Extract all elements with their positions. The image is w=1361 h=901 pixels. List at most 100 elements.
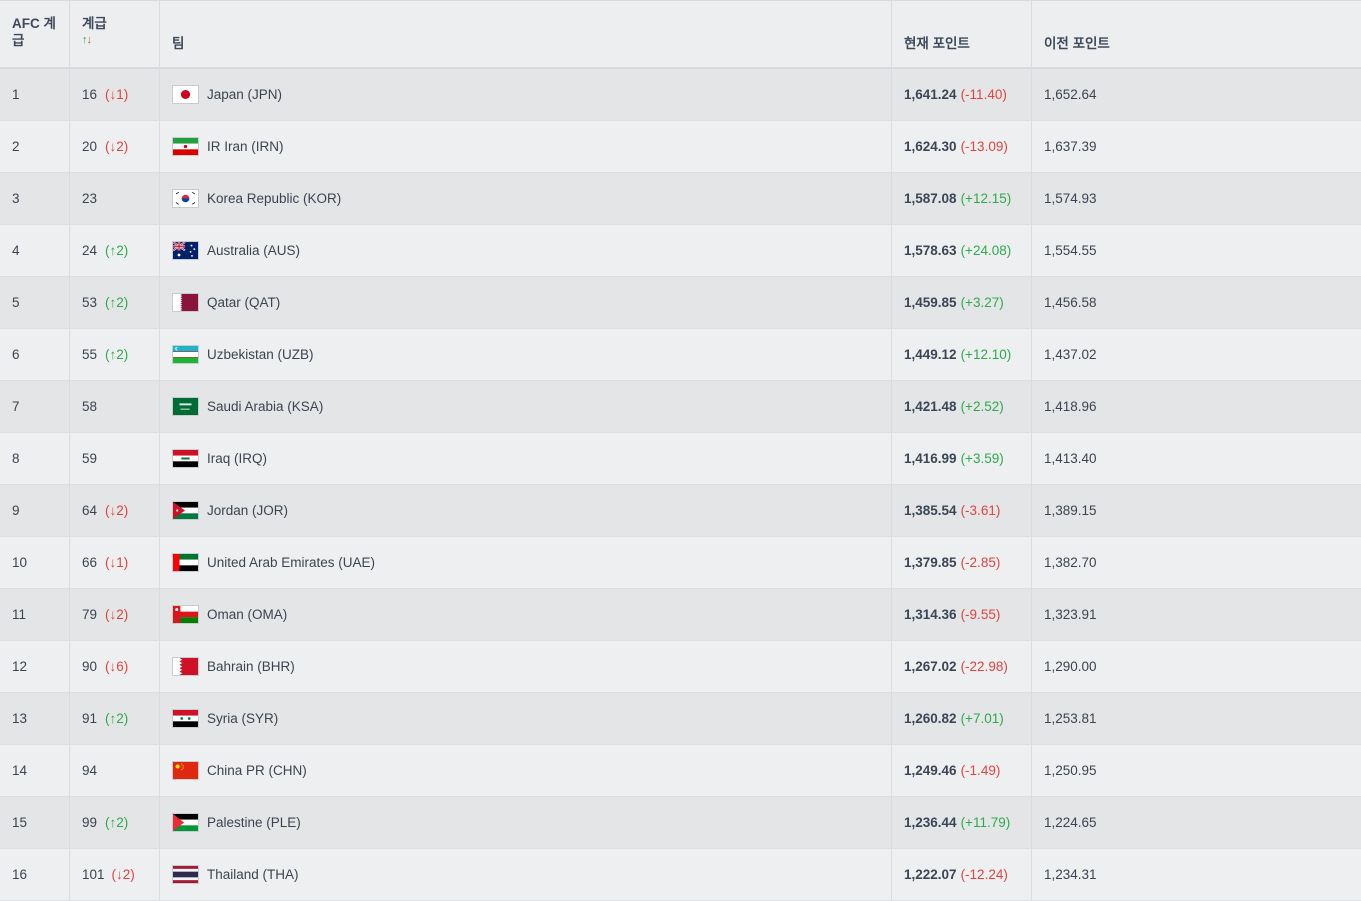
header-current-points[interactable]: 현재 포인트 [892, 1, 1032, 67]
afc-rank: 5 [12, 295, 20, 310]
afc-rank: 13 [12, 711, 28, 726]
world-rank-cell: 58 [70, 381, 160, 432]
points-change: (-9.55) [960, 607, 1001, 622]
points-change: (+3.59) [960, 451, 1004, 466]
afc-rank: 11 [12, 607, 27, 622]
world-rank-cell: 90 (↓6) [70, 641, 160, 692]
world-rank: 59 [82, 451, 98, 466]
world-rank: 16 [82, 87, 98, 102]
previous-points-cell: 1,250.95 [1032, 745, 1361, 796]
world-rank: 55 [82, 347, 98, 362]
current-points: 1,385.54 [904, 503, 957, 518]
world-rank: 91 [82, 711, 98, 726]
world-rank-cell: 59 [70, 433, 160, 484]
current-points: 1,314.36 [904, 607, 957, 622]
team-cell: Uzbekistan (UZB) [160, 329, 892, 380]
current-points-cell: 1,416.99 (+3.59) [892, 433, 1032, 484]
team-cell: Saudi Arabia (KSA) [160, 381, 892, 432]
previous-points-cell: 1,574.93 [1032, 173, 1361, 224]
afc-rank-cell: 12 [0, 641, 70, 692]
team-name[interactable]: Australia (AUS) [207, 243, 300, 258]
team-cell: Iraq (IRQ) [160, 433, 892, 484]
previous-points-cell: 1,290.00 [1032, 641, 1361, 692]
team-cell: Japan (JPN) [160, 69, 892, 120]
team-name[interactable]: Syria (SYR) [207, 711, 278, 726]
aus-flag-icon [172, 241, 199, 260]
chn-flag-icon [172, 761, 199, 780]
world-rank-cell: 66 (↓1) [70, 537, 160, 588]
world-rank: 64 [82, 503, 98, 518]
bhr-flag-icon [172, 657, 199, 676]
previous-points: 1,382.70 [1044, 555, 1097, 570]
points-change: (-11.40) [960, 87, 1007, 102]
team-name[interactable]: Qatar (QAT) [207, 295, 280, 310]
header-team-label: 팀 [172, 36, 185, 51]
team-name[interactable]: IR Iran (IRN) [207, 139, 284, 154]
header-previous-points[interactable]: 이전 포인트 [1032, 1, 1361, 67]
syr-flag-icon [172, 709, 199, 728]
current-points: 1,236.44 [904, 815, 957, 830]
current-points: 1,379.85 [904, 555, 957, 570]
current-points-cell: 1,459.85 (+3.27) [892, 277, 1032, 328]
world-rank: 58 [82, 399, 98, 414]
team-name[interactable]: Japan (JPN) [207, 87, 282, 102]
team-name[interactable]: Palestine (PLE) [207, 815, 301, 830]
rank-movement: (↑2) [105, 347, 129, 362]
current-points-cell: 1,624.30 (-13.09) [892, 121, 1032, 172]
team-name[interactable]: Saudi Arabia (KSA) [207, 399, 323, 414]
header-afc-rank[interactable]: AFC 계급 [0, 1, 70, 67]
table-header: AFC 계급 계급 ↑↓ 팀 현재 포인트 이전 포인트 [0, 1, 1361, 69]
points-change: (-3.61) [960, 503, 1001, 518]
sort-arrows-icon[interactable]: ↑↓ [82, 32, 92, 49]
points-change: (-1.49) [960, 763, 1001, 778]
previous-points: 1,323.91 [1044, 607, 1097, 622]
uae-flag-icon [172, 553, 199, 572]
team-name[interactable]: United Arab Emirates (UAE) [207, 555, 375, 570]
afc-rank-cell: 10 [0, 537, 70, 588]
previous-points: 1,389.15 [1044, 503, 1097, 518]
table-row: 6 55 (↑2) Uzbekistan (UZB) 1,449.12 (+12.10) 1… [0, 329, 1361, 381]
current-points: 1,578.63 [904, 243, 957, 258]
table-row: 2 20 (↓2) IR Iran (IRN) 1,624.30 (-13.09) 1,63… [0, 121, 1361, 173]
rank-movement: (↓2) [105, 607, 129, 622]
previous-points-cell: 1,456.58 [1032, 277, 1361, 328]
team-name[interactable]: Jordan (JOR) [207, 503, 288, 518]
world-rank: 90 [82, 659, 98, 674]
team-name[interactable]: Bahrain (BHR) [207, 659, 295, 674]
table-row: 15 99 (↑2) Palestine (PLE) 1,236.44 (+11.79) 1… [0, 797, 1361, 849]
team-name[interactable]: China PR (CHN) [207, 763, 307, 778]
team-cell: Jordan (JOR) [160, 485, 892, 536]
table-row: 12 90 (↓6) Bahrain (BHR) 1,267.02 (-22.98) 1,2… [0, 641, 1361, 693]
world-rank: 23 [82, 191, 98, 206]
tha-flag-icon [172, 865, 199, 884]
rank-movement: (↓2) [105, 503, 129, 518]
afc-rank: 6 [12, 347, 20, 362]
afc-rank-cell: 11 [0, 589, 70, 640]
ple-flag-icon [172, 813, 199, 832]
current-points-cell: 1,421.48 (+2.52) [892, 381, 1032, 432]
team-name[interactable]: Uzbekistan (UZB) [207, 347, 314, 362]
previous-points-cell: 1,637.39 [1032, 121, 1361, 172]
previous-points-cell: 1,224.65 [1032, 797, 1361, 848]
afc-rank: 3 [12, 191, 20, 206]
team-name[interactable]: Oman (OMA) [207, 607, 287, 622]
header-world-rank[interactable]: 계급 ↑↓ [70, 1, 160, 67]
rank-movement: (↓2) [111, 867, 135, 882]
previous-points: 1,456.58 [1044, 295, 1097, 310]
world-rank: 94 [82, 763, 98, 778]
current-points-cell: 1,578.63 (+24.08) [892, 225, 1032, 276]
previous-points-cell: 1,382.70 [1032, 537, 1361, 588]
current-points-cell: 1,267.02 (-22.98) [892, 641, 1032, 692]
points-change: (+2.52) [960, 399, 1004, 414]
points-change: (+24.08) [960, 243, 1012, 258]
points-change: (+12.10) [960, 347, 1012, 362]
team-name[interactable]: Korea Republic (KOR) [207, 191, 341, 206]
rank-movement: (↓6) [105, 659, 129, 674]
table-row: 7 58 Saudi Arabia (KSA) 1,421.48 (+2.52) 1,41… [0, 381, 1361, 433]
header-team[interactable]: 팀 [160, 1, 892, 67]
team-name[interactable]: Thailand (THA) [207, 867, 299, 882]
team-name[interactable]: Iraq (IRQ) [207, 451, 267, 466]
current-points-cell: 1,449.12 (+12.10) [892, 329, 1032, 380]
world-rank-cell: 79 (↓2) [70, 589, 160, 640]
current-points-cell: 1,379.85 (-2.85) [892, 537, 1032, 588]
